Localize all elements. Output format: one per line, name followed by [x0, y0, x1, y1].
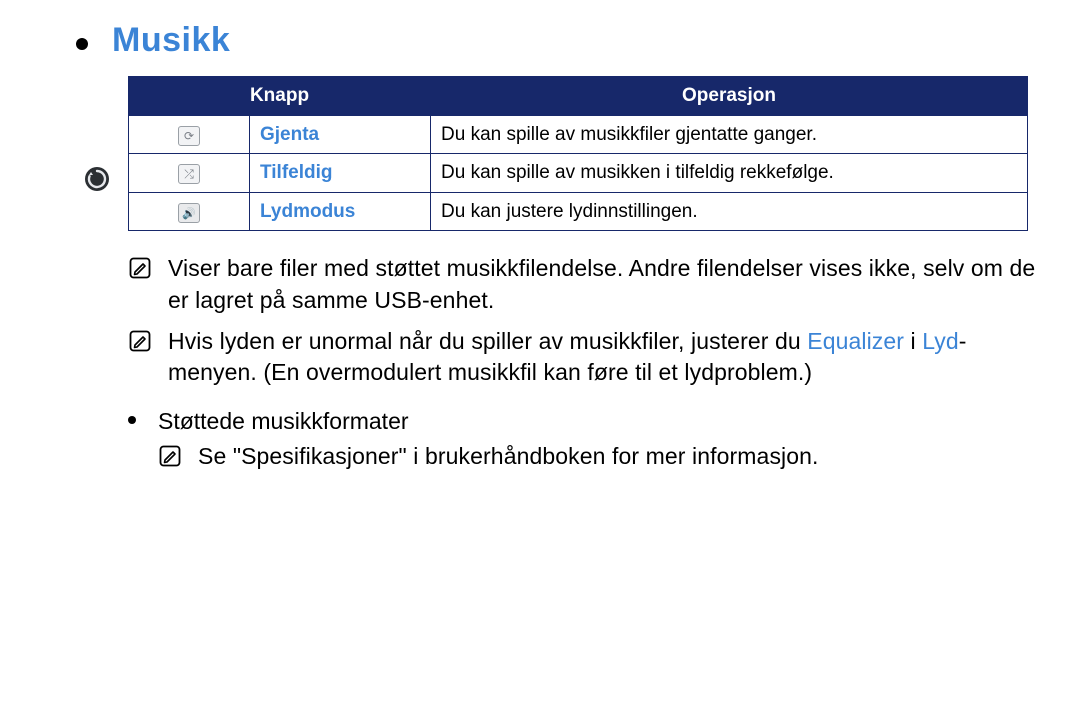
table-row: Lydmodus Du kan justere lydinnstillingen…: [129, 192, 1028, 231]
keyword-equalizer: Equalizer: [807, 328, 904, 354]
row-name: Tilfeldig: [250, 154, 431, 193]
feature-table: Knapp Operasjon Gjenta Du kan spille av …: [128, 76, 1028, 232]
note-text: Hvis lyden er unormal når du spiller av …: [168, 326, 1052, 388]
note-icon: [158, 444, 182, 468]
note-frag: Hvis lyden er unormal når du spiller av …: [168, 328, 807, 354]
page-title: Musikk: [112, 18, 230, 64]
note-icon: [128, 329, 152, 353]
keyword-lyd: Lyd: [922, 328, 959, 354]
note-text: Viser bare filer med støttet musikkfilen…: [168, 253, 1052, 315]
repeat-icon: [178, 126, 200, 146]
th-button: Knapp: [129, 76, 431, 115]
row-name: Gjenta: [250, 115, 431, 154]
sub-heading: Støttede musikkformater: [158, 406, 409, 437]
row-desc: Du kan justere lydinnstillingen.: [431, 192, 1028, 231]
section-bullet: [76, 38, 88, 50]
note-frag: i: [904, 328, 922, 354]
sub-note-text: Se "Spesifikasjoner" i brukerhåndboken f…: [198, 441, 1052, 472]
row-name: Lydmodus: [250, 192, 431, 231]
th-operation: Operasjon: [431, 76, 1028, 115]
row-desc: Du kan spille av musikkfiler gjentatte g…: [431, 115, 1028, 154]
table-row: Gjenta Du kan spille av musikkfiler gjen…: [129, 115, 1028, 154]
table-row: Tilfeldig Du kan spille av musikken i ti…: [129, 154, 1028, 193]
note-icon: [128, 256, 152, 280]
loading-icon: [84, 166, 110, 192]
shuffle-icon: [178, 164, 200, 184]
row-desc: Du kan spille av musikken i tilfeldig re…: [431, 154, 1028, 193]
sub-bullet: [128, 416, 136, 424]
sound-icon: [178, 203, 200, 223]
